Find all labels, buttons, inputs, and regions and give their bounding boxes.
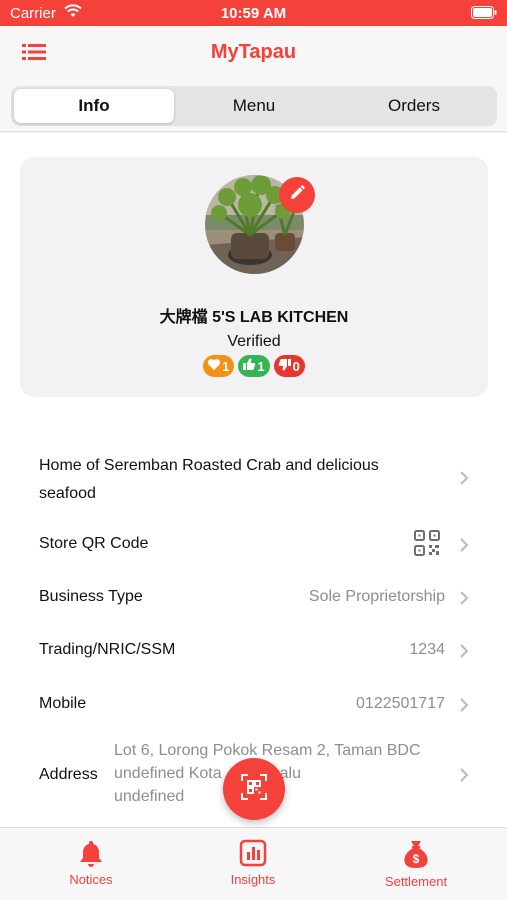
qr-code-icon [413,529,441,557]
mobile-row[interactable]: Mobile 0122501717 [0,690,507,720]
address-line-1: Lot 6, Lorong Pokok Resam 2, Taman BDC [114,742,421,759]
chevron-right-icon [459,697,469,713]
money-bag-icon: $ [356,838,476,870]
segment-bar: Info Menu Orders [0,80,507,132]
bar-chart-icon [193,838,313,868]
page-title: MyTapau [210,41,297,63]
tab-settlement[interactable]: $ Settlement [356,838,476,889]
business-type-label: Business Type [39,588,143,605]
edit-button[interactable] [279,177,315,213]
verified-status: Verified [227,333,281,350]
settlement-label: Settlement [384,874,448,889]
business-type-value: Sole Proprietorship [308,588,445,605]
trading-value: 1234 [409,641,445,658]
like-badge: 1 [238,355,270,377]
love-badge: 1 [203,355,235,377]
tab-notices[interactable]: Notices [31,838,151,887]
list-icon[interactable] [20,41,50,65]
chevron-right-icon [459,590,469,606]
store-description: Home of Seremban Roasted Crab and delici… [39,457,379,502]
segmented-control: Info Menu Orders [11,86,497,126]
battery-icon [471,6,497,23]
chevron-right-icon [459,537,469,553]
dislike-badge: 0 [273,355,305,377]
bell-icon [31,838,151,868]
mobile-value: 0122501717 [356,695,445,712]
chevron-right-icon [459,767,469,783]
nav-bar: MyTapau [0,26,507,80]
store-qr-label: Store QR Code [39,535,149,552]
trading-row[interactable]: Trading/NRIC/SSM 1234 [0,636,507,666]
chevron-right-icon [459,643,469,659]
mobile-label: Mobile [39,695,87,712]
profile-card: 大牌檔 5'S LAB KITCHEN Verified 1 1 0 [20,157,488,397]
store-qr-row[interactable]: Store QR Code [0,526,507,562]
heart-icon [207,358,221,374]
info-content: 大牌檔 5'S LAB KITCHEN Verified 1 1 0 Home … [0,133,507,827]
tab-orders[interactable]: Orders [334,89,494,123]
rating-badges: 1 1 0 [20,355,488,377]
pencil-icon [288,184,306,207]
business-type-row[interactable]: Business Type Sole Proprietorship [0,583,507,613]
clock: 10:59 AM [220,5,287,22]
address-line-2-start: undefined Kota [114,765,222,782]
tab-info[interactable]: Info [14,89,174,123]
qr-scan-icon [239,772,269,807]
insights-label: Insights [230,872,276,887]
description-row[interactable]: Home of Seremban Roasted Crab and delici… [0,448,507,512]
bottom-tab-bar: Notices Insights $ Settlement [0,827,507,900]
address-value: Lot 6, Lorong Pokok Resam 2, Taman BDC u… [114,739,454,808]
store-name: 大牌檔 5'S LAB KITCHEN [159,309,349,326]
status-bar: Carrier 10:59 AM [0,0,507,26]
thumbs-down-icon [278,358,292,374]
chevron-right-icon [459,470,469,486]
address-label: Address [39,766,98,783]
love-count: 1 [222,358,230,374]
scan-qr-button[interactable] [223,758,285,820]
like-count: 1 [257,358,265,374]
notices-label: Notices [69,872,113,887]
svg-text:$: $ [413,852,420,866]
tab-insights[interactable]: Insights [193,838,313,887]
trading-label: Trading/NRIC/SSM [39,641,176,658]
thumbs-up-icon [242,358,256,374]
dislike-count: 0 [292,358,300,374]
tab-menu[interactable]: Menu [174,89,334,123]
